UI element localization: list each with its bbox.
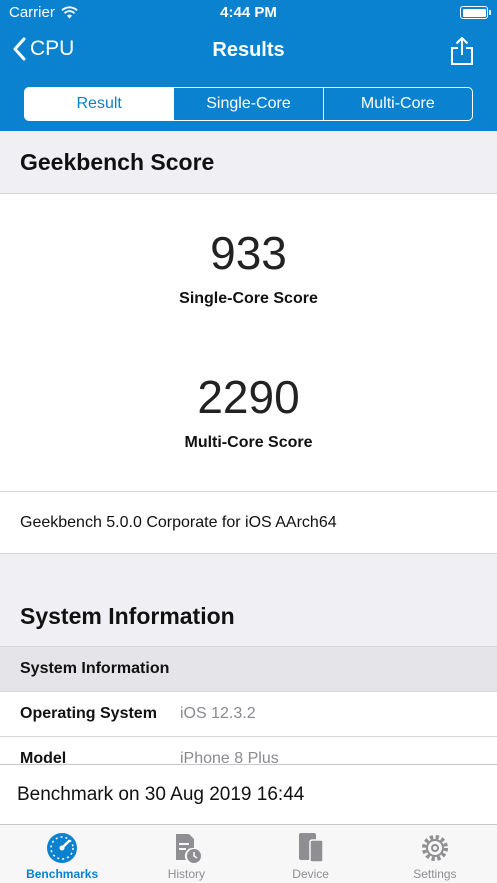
tab-settings[interactable]: Settings <box>373 825 497 883</box>
version-row: Geekbench 5.0.0 Corporate for iOS AArch6… <box>0 492 497 554</box>
status-bar: Carrier 4:44 PM <box>0 0 497 26</box>
system-information-title: System Information <box>0 587 497 647</box>
history-icon <box>176 834 202 863</box>
gauge-icon <box>47 833 78 863</box>
battery-icon <box>460 6 491 19</box>
multi-core-score-label: Multi-Core Score <box>184 434 313 451</box>
result-segmented-control: Result Single-Core Multi-Core <box>24 87 473 121</box>
top-bar: Carrier 4:44 PM CPU Results Result Singl… <box>0 0 497 131</box>
single-core-score-label: Single-Core Score <box>179 290 318 307</box>
benchmark-date-footer: Benchmark on 30 Aug 2019 16:44 <box>0 764 497 824</box>
row-key: Model <box>20 750 67 764</box>
tab-benchmarks[interactable]: Benchmarks <box>0 825 124 883</box>
tab-label: Benchmarks <box>26 867 99 881</box>
navigation-bar: CPU Results <box>0 26 497 78</box>
device-icon <box>298 833 324 863</box>
share-icon[interactable] <box>449 36 475 66</box>
status-time: 4:44 PM <box>220 4 277 21</box>
results-content[interactable]: Geekbench Score 933 Single-Core Score 22… <box>0 131 497 764</box>
tab-device[interactable]: Device <box>249 825 373 883</box>
tab-label: Device <box>292 867 329 881</box>
segment-result[interactable]: Result <box>25 88 174 120</box>
segment-multi-core[interactable]: Multi-Core <box>322 88 472 120</box>
tab-label: Settings <box>413 867 457 881</box>
row-value: iPhone 8 Plus <box>180 750 279 764</box>
table-row: Model iPhone 8 Plus <box>0 737 497 764</box>
row-value: iOS 12.3.2 <box>180 705 256 722</box>
row-key: Operating System <box>20 705 157 722</box>
multi-core-score-value: 2290 <box>197 371 300 423</box>
geekbench-score-header: Geekbench Score <box>0 131 497 194</box>
gear-icon <box>421 835 448 861</box>
scores-panel: 933 Single-Core Score 2290 Multi-Core Sc… <box>0 194 497 492</box>
tab-label: History <box>167 867 206 881</box>
tab-bar: Benchmarks History Device Settings <box>0 824 497 883</box>
segment-single-core[interactable]: Single-Core <box>173 88 322 120</box>
table-row: Operating System iOS 12.3.2 <box>0 692 497 737</box>
page-title: Results <box>212 39 285 61</box>
system-information-subheader: System Information <box>0 647 497 692</box>
single-core-block: 933 Single-Core Score <box>0 194 497 308</box>
single-core-score-value: 933 <box>210 227 287 279</box>
tab-history[interactable]: History <box>124 825 248 883</box>
multi-core-block: 2290 Multi-Core Score <box>0 308 497 452</box>
